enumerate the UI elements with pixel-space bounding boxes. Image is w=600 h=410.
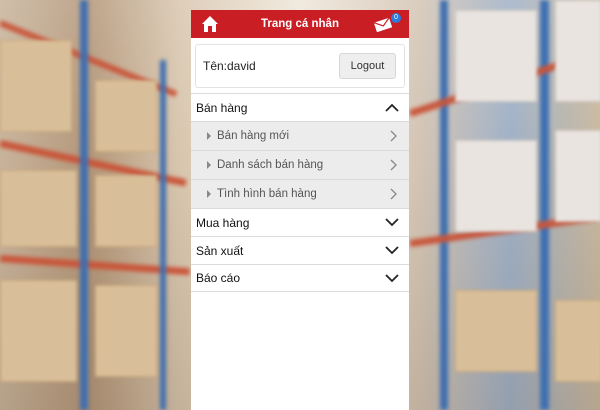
chevron-right-icon (390, 159, 397, 171)
submenu-item-label: Bán hàng mới (217, 130, 290, 142)
user-name-label: Tên:david (203, 59, 256, 73)
home-icon[interactable] (201, 15, 219, 33)
menu-section-label: Sản xuất (196, 243, 244, 258)
menu-section-reports[interactable]: Báo cáo (191, 264, 409, 292)
user-card: Tên:david Logout (195, 44, 405, 88)
menu-section-purchase[interactable]: Mua hàng (191, 208, 409, 236)
submenu-item-label: Tình hình bán hàng (217, 188, 317, 200)
menu-section-sales[interactable]: Bán hàng (191, 93, 409, 121)
chevron-right-icon (390, 188, 397, 200)
profile-panel: Trang cá nhân 0 Tên:david Logout Bán hàn… (191, 10, 409, 410)
menu-section-production[interactable]: Sản xuất (191, 236, 409, 264)
submenu-item-sales-list[interactable]: Danh sách bán hàng (191, 150, 409, 179)
notification-badge: 0 (391, 13, 401, 23)
mail-icon[interactable] (373, 18, 393, 32)
header-bar: Trang cá nhân 0 (191, 10, 409, 38)
logout-button[interactable]: Logout (339, 53, 396, 79)
chevron-up-icon (385, 103, 399, 112)
submenu-item-new-sale[interactable]: Bán hàng mới (191, 121, 409, 150)
menu-section-label: Bán hàng (196, 100, 248, 115)
page-title: Trang cá nhân (261, 18, 339, 30)
chevron-down-icon (385, 246, 399, 255)
main-menu: Bán hàng Bán hàng mới Danh sách bán hàng… (191, 93, 409, 292)
menu-section-label: Báo cáo (196, 271, 241, 285)
submenu-item-label: Danh sách bán hàng (217, 159, 324, 171)
chevron-right-icon (390, 130, 397, 142)
caret-right-icon (207, 190, 211, 198)
chevron-down-icon (385, 218, 399, 227)
chevron-down-icon (385, 273, 399, 283)
submenu-item-sales-status[interactable]: Tình hình bán hàng (191, 179, 409, 208)
caret-right-icon (207, 161, 211, 169)
caret-right-icon (207, 132, 211, 140)
menu-section-label: Mua hàng (196, 215, 250, 230)
